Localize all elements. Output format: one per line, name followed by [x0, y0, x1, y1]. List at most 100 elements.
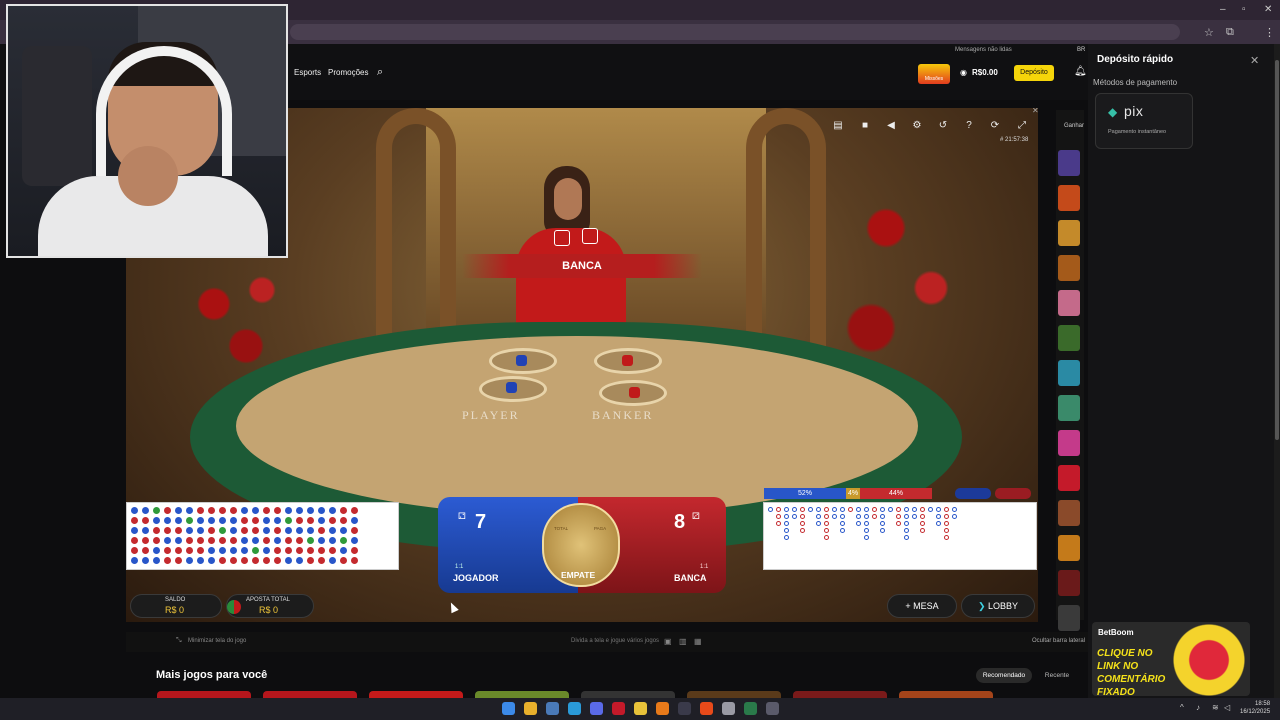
lobby-button[interactable]: ❯ LOBBY	[961, 594, 1035, 618]
bead-road-cell	[230, 537, 237, 544]
game-thumbnail[interactable]	[1058, 465, 1080, 491]
tray-clock[interactable]: 18:58 16/12/2025	[1240, 700, 1270, 716]
brave-icon[interactable]	[700, 702, 713, 715]
game-thumbnail[interactable]	[1058, 325, 1080, 351]
close-icon[interactable]: ✕	[1250, 54, 1259, 67]
vlc-icon[interactable]	[656, 702, 669, 715]
pix-method-card[interactable]	[1095, 93, 1193, 149]
hide-sidebar-label[interactable]: Ocultar barra lateral	[1032, 638, 1085, 644]
close-game-icon[interactable]: ✕	[1032, 108, 1038, 115]
speaker-icon[interactable]: ◁	[1224, 703, 1230, 712]
bead-road-cell	[307, 527, 314, 534]
terminal-icon[interactable]	[678, 702, 691, 715]
address-bar[interactable]	[290, 24, 1180, 40]
game-thumbnail[interactable]	[1058, 535, 1080, 561]
video-icon[interactable]: ■	[857, 118, 873, 134]
big-road-cell	[832, 507, 837, 512]
region-label[interactable]: BR	[1077, 47, 1085, 53]
game-thumbnail[interactable]	[1058, 220, 1080, 246]
single-view-icon[interactable]: ▣	[664, 637, 672, 646]
bead-road-cell	[307, 557, 314, 564]
browser-menu-icon[interactable]: ⋮	[1264, 26, 1275, 39]
minimize-window-icon[interactable]: –	[1220, 4, 1226, 15]
banker-ask-button[interactable]	[995, 488, 1031, 499]
chrome-icon[interactable]	[524, 702, 537, 715]
excel-icon[interactable]	[744, 702, 757, 715]
game-thumbnail[interactable]	[1058, 605, 1080, 631]
eye-icon[interactable]: ◉	[960, 68, 967, 77]
history-icon[interactable]: ↺	[935, 118, 951, 134]
game-thumbnail[interactable]	[1058, 360, 1080, 386]
bead-road[interactable]	[126, 502, 399, 570]
quad-view-icon[interactable]: ▦	[694, 637, 702, 646]
mesa-button[interactable]: + MESA	[887, 594, 957, 618]
big-road-cell	[776, 514, 781, 519]
game-thumbnail[interactable]	[1058, 290, 1080, 316]
bead-road-cell	[208, 507, 215, 514]
big-road-cell	[824, 521, 829, 526]
wifi-icon[interactable]: ≋	[1212, 703, 1219, 712]
bead-road-cell	[252, 517, 259, 524]
bead-road-cell	[186, 557, 193, 564]
scroll-thumb[interactable]	[1275, 60, 1279, 440]
minimize-label[interactable]: Minimizar tela do jogo	[188, 638, 246, 644]
explorer-icon[interactable]	[634, 702, 647, 715]
nav-promocoes[interactable]: Promoções	[328, 68, 368, 77]
search-icon[interactable]: ⌕	[377, 66, 383, 79]
unread-messages-notice[interactable]: Mensagens não lidas	[955, 47, 1012, 53]
chat-icon[interactable]: ▤	[830, 118, 846, 134]
settings-icon[interactable]: ⚙	[909, 118, 925, 134]
close-window-icon[interactable]: ✕	[1264, 4, 1272, 15]
game-thumbnail[interactable]	[1058, 500, 1080, 526]
big-road-cell	[800, 507, 805, 512]
start-icon[interactable]	[502, 702, 515, 715]
big-road-cell	[800, 528, 805, 533]
bead-road-cell	[186, 547, 193, 554]
bead-road-cell	[219, 547, 226, 554]
bead-road-cell	[241, 557, 248, 564]
missoes-button[interactable]: Missões	[918, 64, 950, 84]
chip-icon	[227, 600, 241, 614]
big-road[interactable]	[763, 502, 1037, 570]
game-thumbnail[interactable]	[1058, 570, 1080, 596]
game-thumbnail[interactable]	[1058, 395, 1080, 421]
ganhar-label[interactable]: Ganhar	[1064, 123, 1084, 129]
settings-app-icon[interactable]	[722, 702, 735, 715]
deposit-button[interactable]: Depósito	[1014, 65, 1054, 81]
big-road-cell	[832, 514, 837, 519]
tab-recent[interactable]: Recente	[1040, 668, 1074, 683]
bead-road-cell	[296, 517, 303, 524]
tab-recommended[interactable]: Recomendado	[976, 668, 1032, 683]
bead-road-cell	[329, 537, 336, 544]
game-thumbnail[interactable]	[1058, 255, 1080, 281]
fullscreen-icon[interactable]: ⤢	[1014, 118, 1030, 134]
game-thumbnail[interactable]	[1058, 150, 1080, 176]
file-manager-icon[interactable]	[546, 702, 559, 715]
bead-road-cell	[351, 517, 358, 524]
maximize-window-icon[interactable]: ▫	[1242, 4, 1246, 15]
tray-chevron-icon[interactable]: ^	[1180, 703, 1184, 712]
microphone-icon[interactable]: ♪	[1196, 703, 1200, 712]
game-thumbnail[interactable]	[1058, 430, 1080, 456]
bookmark-star-icon[interactable]: ☆	[1204, 26, 1214, 39]
opera-icon[interactable]	[612, 702, 625, 715]
nav-esports[interactable]: Esports	[294, 68, 321, 77]
big-road-cell	[920, 521, 925, 526]
obs-icon[interactable]	[766, 702, 779, 715]
extensions-icon[interactable]: ⧉	[1226, 26, 1234, 39]
game-thumbnail[interactable]	[1058, 185, 1080, 211]
bell-icon[interactable]: 🔔︎	[1074, 66, 1087, 77]
bead-road-cell	[285, 507, 292, 514]
balance-value[interactable]: R$0.00	[972, 68, 998, 77]
bead-road-cell	[252, 547, 259, 554]
player-ask-button[interactable]	[955, 488, 991, 499]
minimize-icon[interactable]: ⤡	[176, 637, 182, 645]
mute-icon[interactable]: ◀	[883, 118, 899, 134]
big-road-cell	[904, 514, 909, 519]
bead-road-cell	[230, 507, 237, 514]
help-icon[interactable]: ?	[961, 118, 977, 134]
refresh-icon[interactable]: ⟳	[987, 118, 1003, 134]
edge-icon[interactable]	[568, 702, 581, 715]
double-view-icon[interactable]: ▥	[679, 637, 687, 646]
discord-icon[interactable]	[590, 702, 603, 715]
